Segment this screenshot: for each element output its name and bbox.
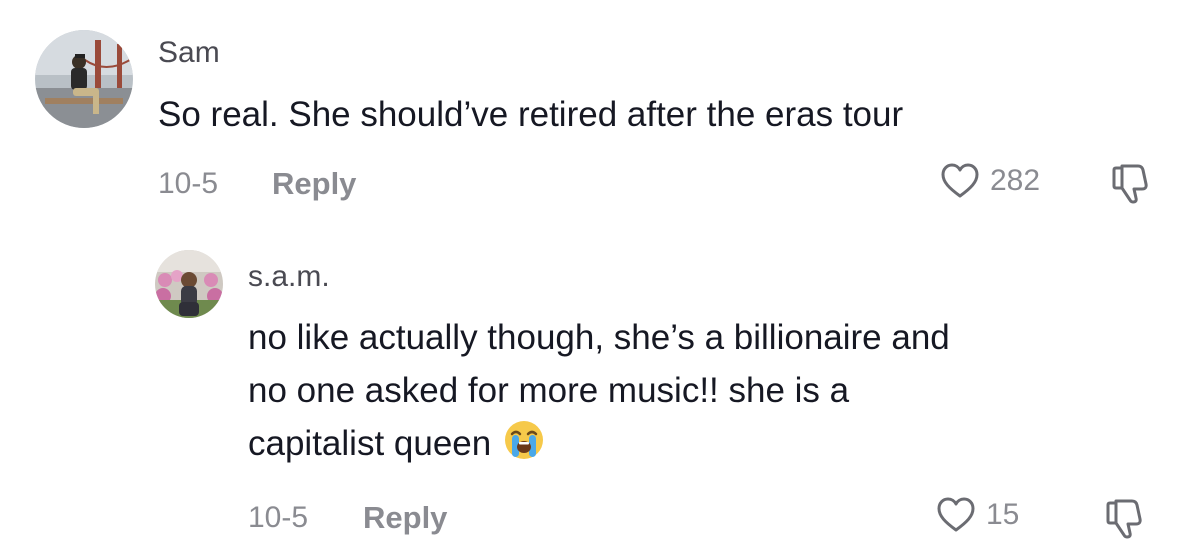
reply-text-line: no one asked for more music!! she is a (248, 371, 850, 410)
avatar[interactable] (35, 30, 133, 128)
like-count: 282 (990, 164, 1041, 197)
avatar-golden-gate-photo-icon (35, 30, 133, 128)
reply-date: 10-5 (248, 501, 309, 534)
reply-username[interactable]: s.a.m. (248, 260, 330, 294)
reply-text-line: no like actually though, she’s a billion… (248, 318, 950, 357)
reply-text: no like actually though, she’s a billion… (248, 311, 950, 476)
dislike-button[interactable] (1102, 497, 1148, 546)
reply-button[interactable]: Reply (363, 500, 447, 536)
comment-text-line: So real. She should’ve retired after the… (158, 95, 904, 134)
heart-outline-icon (941, 163, 979, 198)
comment-text: So real. She should’ve retired after the… (158, 88, 903, 141)
comment-date: 10-5 (158, 167, 219, 200)
comment: Sam So real. She should’ve retired after… (0, 0, 1200, 225)
dislike-button[interactable] (1108, 162, 1154, 211)
heart-outline-icon (937, 497, 975, 532)
like-button[interactable]: 15 (936, 496, 1019, 534)
reply-comment: s.a.m. no like actually though, she’s a … (0, 225, 1200, 560)
like-count: 15 (986, 498, 1020, 531)
comment-username[interactable]: Sam (158, 36, 220, 70)
thumbs-down-outline-icon (1112, 164, 1148, 204)
like-button[interactable]: 282 (940, 162, 1040, 200)
thumbs-down-outline-icon (1106, 499, 1142, 539)
avatar-flower-field-photo-icon (155, 250, 223, 318)
loudly-crying-face-emoji-icon (503, 419, 545, 476)
reply-button[interactable]: Reply (272, 166, 356, 202)
reply-text-line-content: capitalist queen (248, 424, 492, 463)
avatar[interactable] (155, 250, 223, 318)
reply-text-line: capitalist queen (248, 417, 950, 476)
